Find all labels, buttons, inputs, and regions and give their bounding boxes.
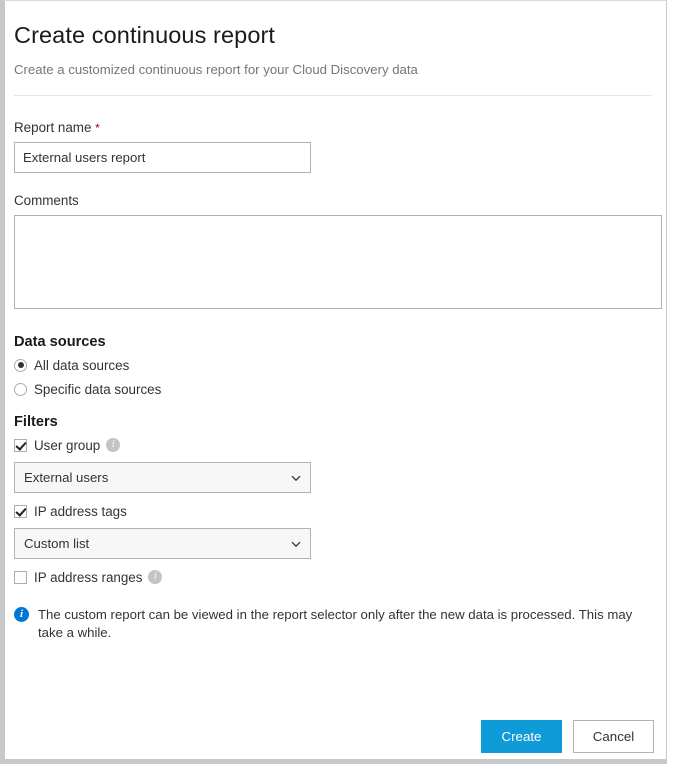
checkbox-user-group-mark[interactable] [14,439,27,452]
comments-field: Comments [14,193,654,314]
info-icon[interactable]: i [106,438,120,452]
chevron-down-icon [290,538,302,550]
report-name-field: Report name * [14,120,654,173]
report-name-label: Report name * [14,120,654,135]
comments-label: Comments [14,193,654,208]
ip-address-tags-dropdown-value: Custom list [24,536,290,551]
processing-notice-text: The custom report can be viewed in the r… [38,606,638,641]
data-sources-heading: Data sources [14,334,654,350]
create-button[interactable]: Create [481,720,562,753]
page-title: Create continuous report [14,22,654,49]
processing-notice: i The custom report can be viewed in the… [14,606,654,641]
radio-all-data-sources-label: All data sources [34,358,129,373]
user-group-dropdown[interactable]: External users [14,462,311,493]
data-sources-section: Data sources All data sources Specific d… [14,334,654,400]
checkbox-ip-address-tags-label: IP address tags [34,504,127,519]
report-name-label-text: Report name [14,120,91,135]
chevron-down-icon [290,472,302,484]
filters-section: Filters User group i External users IP a… [14,414,654,588]
ip-address-tags-dropdown[interactable]: Custom list [14,528,311,559]
radio-specific-data-sources-mark[interactable] [14,383,27,396]
checkbox-ip-address-tags[interactable]: IP address tags [14,500,654,522]
create-continuous-report-dialog: Create continuous report Create a custom… [0,0,667,764]
page-subtitle: Create a customized continuous report fo… [14,62,654,77]
radio-all-data-sources[interactable]: All data sources [14,354,654,376]
checkbox-user-group[interactable]: User group i [14,434,654,456]
filters-heading: Filters [14,414,654,430]
info-icon: i [14,607,29,622]
checkbox-ip-address-tags-mark[interactable] [14,505,27,518]
report-name-input[interactable] [14,142,311,173]
checkbox-ip-address-ranges[interactable]: IP address ranges i [14,566,654,588]
info-icon[interactable]: i [148,570,162,584]
processing-notice-line1: The custom report can be viewed in the r… [38,607,575,622]
checkbox-ip-address-ranges-label: IP address ranges [34,570,142,585]
user-group-dropdown-value: External users [24,470,290,485]
comments-textarea[interactable] [14,215,662,309]
required-indicator: * [95,121,100,135]
radio-all-data-sources-mark[interactable] [14,359,27,372]
radio-specific-data-sources[interactable]: Specific data sources [14,378,654,400]
radio-specific-data-sources-label: Specific data sources [34,382,161,397]
checkbox-ip-address-ranges-mark[interactable] [14,571,27,584]
dialog-footer: Create Cancel [481,720,654,753]
cancel-button[interactable]: Cancel [573,720,654,753]
header-divider [14,95,652,96]
checkbox-user-group-label: User group [34,438,100,453]
